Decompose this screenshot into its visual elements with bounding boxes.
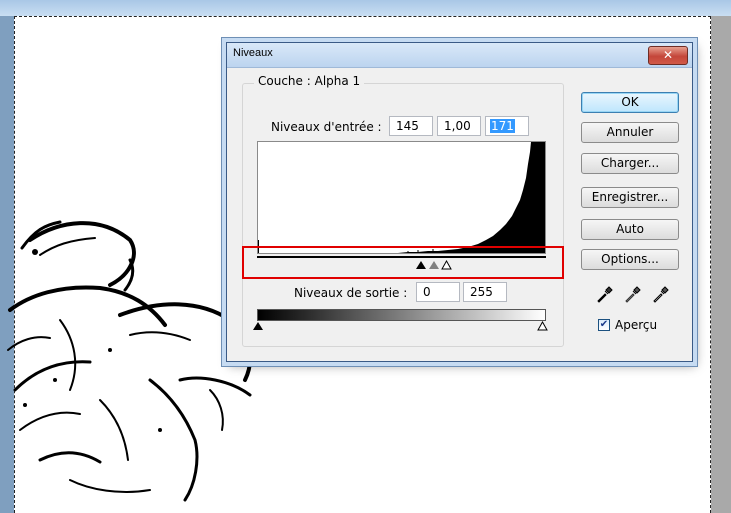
output-white-slider[interactable] [537,321,548,331]
highlight-box [242,246,564,279]
channel-value[interactable]: Alpha 1 [315,74,361,88]
input-black-field[interactable]: 145 [389,116,433,136]
close-icon: ✕ [662,48,674,62]
ok-button[interactable]: OK [581,92,679,113]
cancel-button[interactable]: Annuler [581,122,679,143]
white-eyedropper-icon[interactable] [651,286,669,304]
histogram-graph [258,142,545,253]
dialog-title: Niveaux [233,47,273,59]
auto-button[interactable]: Auto [581,219,679,240]
window-top-frame [0,0,731,16]
close-button[interactable]: ✕ [648,46,688,65]
checkmark-icon: ✔ [599,319,609,330]
channel-legend[interactable]: Couche : Alpha 1 [254,74,365,88]
histogram [257,141,546,254]
input-gamma-field[interactable]: 1,00 [437,116,481,136]
levels-dialog: Niveaux ✕ Couche : Alpha 1 Niveaux d'ent… [226,42,693,362]
output-black-slider[interactable] [253,322,263,330]
input-white-field[interactable]: 171 [485,116,529,136]
preview-checkbox[interactable]: ✔ [598,319,610,331]
black-eyedropper-icon[interactable] [595,286,613,304]
input-white-selected-text: 171 [490,119,515,133]
canvas-right-gutter [711,16,731,513]
options-button[interactable]: Options... [581,249,679,270]
save-button[interactable]: Enregistrer... [581,187,679,208]
output-black-field[interactable]: 0 [416,282,460,302]
preview-label[interactable]: Aperçu [615,318,657,332]
gray-eyedropper-icon[interactable] [623,286,641,304]
output-levels-label: Niveaux de sortie : [294,286,408,300]
output-gradient-bar [257,309,546,321]
input-levels-label: Niveaux d'entrée : [271,120,382,134]
output-white-field[interactable]: 255 [463,282,507,302]
dialog-titlebar[interactable]: Niveaux ✕ [227,43,692,68]
channel-label: Couche : [258,74,311,88]
load-button[interactable]: Charger... [581,153,679,174]
